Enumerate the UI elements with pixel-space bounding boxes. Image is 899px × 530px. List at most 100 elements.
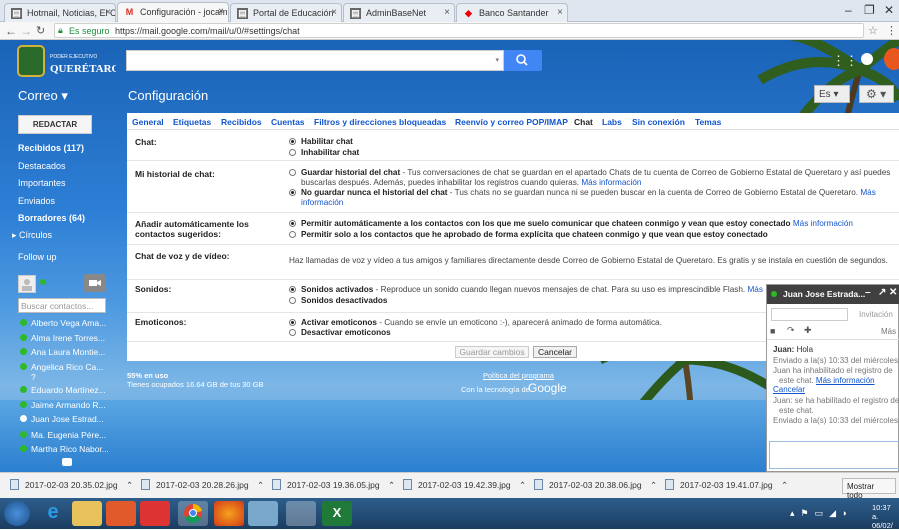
contact-search-input[interactable]: Buscar contactos... — [18, 298, 106, 313]
notifications-icon[interactable] — [861, 53, 873, 65]
forward-icon[interactable]: → — [20, 24, 32, 38]
radio-explicit-allow[interactable] — [289, 231, 296, 238]
download-item[interactable]: 2017-02-03 20.38.06.jpg ⌃ — [534, 479, 657, 491]
contact-item[interactable]: Ma. Eugenia Pére... — [20, 430, 108, 440]
download-item[interactable]: 2017-02-03 20.35.02.jpg ⌃ — [10, 479, 133, 491]
settings-gear-button[interactable]: ⚙︎ ▾ — [859, 85, 894, 103]
download-item[interactable]: 2017-02-03 19.36.05.jpg ⌃ — [272, 479, 395, 491]
close-icon[interactable]: × — [105, 7, 111, 18]
contact-item[interactable]: Alma Irene Torres... — [20, 333, 108, 343]
user-avatar-icon[interactable] — [18, 275, 36, 293]
tab-offline[interactable]: Sin conexión — [632, 117, 685, 127]
policy-link[interactable]: Política del programa — [483, 371, 554, 380]
sidebar-item-important[interactable]: Importantes — [18, 178, 66, 188]
minimize-icon[interactable]: – — [845, 3, 852, 17]
close-window-icon[interactable]: ✕ — [884, 3, 894, 17]
download-item[interactable]: 2017-02-03 20.28.26.jpg ⌃ — [141, 479, 264, 491]
app-icon[interactable] — [248, 501, 278, 526]
save-button[interactable]: Guardar cambios — [455, 346, 529, 358]
browser-tab-hotmail[interactable]: ▤ Hotmail, Noticias, El Cli × — [4, 3, 116, 22]
popout-icon[interactable]: ↗ — [878, 287, 886, 298]
more-menu[interactable]: Más — [881, 327, 896, 336]
close-icon[interactable]: × — [218, 6, 224, 17]
close-icon[interactable]: × — [444, 7, 450, 18]
status-online-icon[interactable] — [40, 279, 46, 285]
reload-icon[interactable]: ↻ — [36, 24, 45, 37]
more-info-link[interactable]: Más información — [581, 178, 641, 187]
media-player-icon[interactable] — [106, 501, 136, 526]
acrobat-icon[interactable] — [140, 501, 170, 526]
add-person-icon[interactable]: ✚ — [804, 325, 812, 336]
more-info-link[interactable]: Más — [747, 285, 762, 294]
chevron-up-icon[interactable]: ⌃ — [257, 480, 264, 490]
chevron-up-icon[interactable]: ⌃ — [126, 480, 133, 490]
maximize-icon[interactable]: ❐ — [864, 3, 875, 17]
sidebar-item-drafts[interactable]: Borradores (64) — [18, 213, 85, 223]
download-item[interactable]: 2017-02-03 19.42.39.jpg ⌃ — [403, 479, 526, 491]
chat-message-input[interactable] — [769, 441, 899, 469]
chat-window-header[interactable]: Juan Jose Estrada... – ↗ ✕ — [767, 285, 899, 304]
more-info-link[interactable]: Más información — [816, 376, 875, 385]
close-icon[interactable]: × — [557, 7, 563, 18]
file-explorer-icon[interactable] — [72, 501, 102, 526]
video-icon[interactable]: ■ — [770, 326, 775, 336]
mail-search-input[interactable]: ▾ — [126, 50, 504, 71]
close-icon[interactable]: × — [331, 7, 337, 18]
radio-auto-allow[interactable] — [289, 220, 296, 227]
contact-item[interactable]: Martha Rico Nabor... — [20, 444, 108, 454]
chevron-up-icon[interactable]: ⌃ — [650, 480, 657, 490]
tab-general[interactable]: General — [132, 117, 164, 127]
sidebar-item-starred[interactable]: Destacados — [18, 161, 66, 171]
browser-tab-config[interactable]: M Configuración - jocampo × — [117, 2, 229, 23]
radio-sounds-on[interactable] — [289, 286, 296, 293]
system-tray-icons[interactable]: ▴⚑▭◢◗ — [790, 508, 853, 519]
url-field[interactable]: 🔒︎ Es seguro https://mail.google.com/mai… — [54, 23, 864, 38]
tab-themes[interactable]: Temas — [695, 117, 721, 127]
show-all-downloads-button[interactable]: Mostrar todo — [842, 478, 896, 500]
contact-item[interactable]: Angelica Rico Ca... — [20, 362, 108, 372]
avatar[interactable] — [884, 48, 899, 70]
radio-enable-chat[interactable] — [289, 138, 296, 145]
excel-icon[interactable]: X — [322, 501, 352, 526]
radio-save-history[interactable] — [289, 169, 296, 176]
chat-bubble-icon[interactable] — [62, 458, 72, 466]
dropdown-arrow-icon[interactable]: ▾ — [495, 56, 499, 64]
browser-tab-portal[interactable]: ▤ Portal de Educación × — [230, 3, 342, 22]
chevron-up-icon[interactable]: ⌃ — [781, 480, 788, 490]
search-button[interactable] — [504, 50, 542, 71]
chevron-up-icon[interactable]: ⌃ — [388, 480, 395, 490]
radio-sounds-off[interactable] — [289, 297, 296, 304]
chevron-up-icon[interactable]: ⌃ — [519, 480, 526, 490]
browser-tab-santander[interactable]: ◆ Banco Santander × — [456, 3, 568, 22]
tab-labels[interactable]: Etiquetas — [173, 117, 211, 127]
tab-accounts[interactable]: Cuentas — [271, 117, 305, 127]
radio-disable-chat[interactable] — [289, 149, 296, 156]
contact-item[interactable]: Alberto Vega Ama... — [20, 318, 108, 328]
radio-emoticons-off[interactable] — [289, 329, 296, 336]
contact-item[interactable]: Ana Laura Montie... — [20, 347, 108, 357]
contact-item[interactable]: Eduardo Martínez... — [20, 385, 108, 395]
remote-app-icon[interactable] — [286, 501, 316, 526]
tab-inbox[interactable]: Recibidos — [221, 117, 262, 127]
contact-item[interactable]: Juan Jose Estrad... — [20, 414, 108, 424]
call-icon[interactable]: ↷ — [787, 325, 795, 336]
chat-cancel-link[interactable]: Cancelar — [773, 385, 899, 395]
minimize-icon[interactable]: – — [865, 287, 871, 298]
contact-item[interactable]: Jaime Armando R... — [20, 400, 108, 410]
internet-explorer-icon[interactable]: e — [38, 501, 68, 526]
firefox-icon[interactable] — [214, 501, 244, 526]
tab-forwarding[interactable]: Reenvío y correo POP/IMAP — [455, 117, 568, 127]
sidebar-item-circles[interactable]: ▸ Círculos — [12, 230, 52, 241]
start-button-icon[interactable] — [4, 501, 30, 526]
browser-tab-admin[interactable]: ▤ AdminBaseNet × — [343, 3, 455, 22]
sidebar-item-follow-up[interactable]: Follow up — [18, 252, 57, 262]
invite-button[interactable]: Invitación — [859, 310, 893, 319]
chrome-icon[interactable] — [178, 501, 208, 526]
language-button[interactable]: Es ▾ — [814, 85, 850, 103]
tab-labs[interactable]: Labs — [602, 117, 622, 127]
radio-never-save-history[interactable] — [289, 189, 296, 196]
cancel-button[interactable]: Cancelar — [533, 346, 577, 358]
back-icon[interactable]: ← — [5, 24, 17, 38]
sidebar-item-sent[interactable]: Enviados — [18, 196, 55, 206]
more-info-link[interactable]: Más información — [793, 219, 853, 228]
